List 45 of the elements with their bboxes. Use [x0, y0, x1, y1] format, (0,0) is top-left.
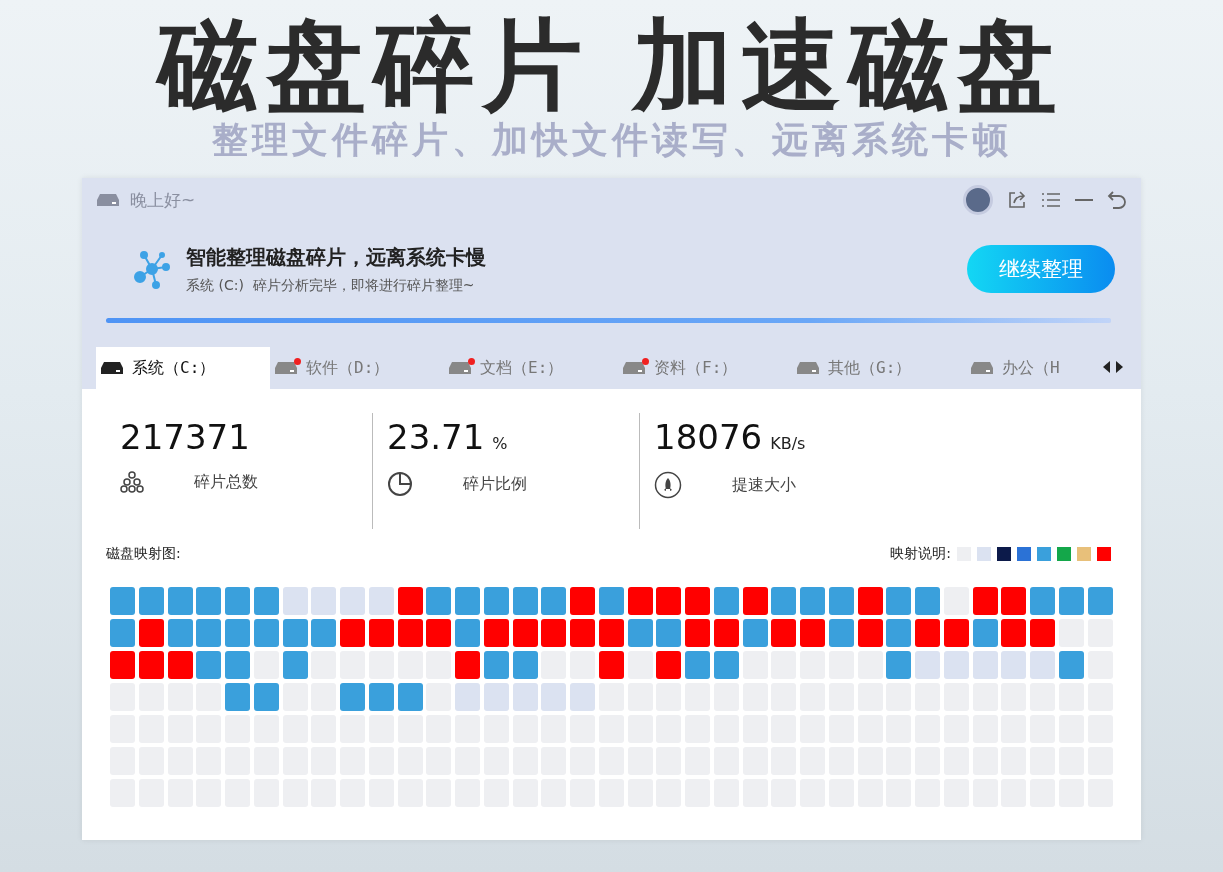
subheadline: 整理文件碎片、加快文件读写、远离系统卡顿 [211, 118, 1012, 162]
stat-value: 18076 [654, 417, 763, 457]
banner-title: 智能整理磁盘碎片，远离系统卡慢 [186, 243, 487, 271]
drive-icon [796, 361, 820, 375]
scroll-right-icon[interactable] [1115, 361, 1123, 373]
drive-tab[interactable]: 软件（D:） [270, 347, 444, 389]
tab-label: 资料（F:） [654, 357, 738, 379]
rocket-icon [654, 471, 682, 499]
stat-value: 23.71 [387, 417, 485, 457]
tab-label: 办公（H [1002, 357, 1060, 379]
stat-label: 碎片比例 [463, 473, 527, 495]
drive-tab[interactable]: 办公（H [966, 347, 1140, 389]
menu-icon[interactable] [1041, 191, 1061, 209]
tab-label: 软件（D:） [306, 357, 390, 379]
stat-unit: KB/s [770, 434, 806, 453]
stat-value: 217371 [120, 417, 250, 457]
stat-unit: % [492, 434, 508, 453]
scroll-left-icon[interactable] [1103, 361, 1111, 373]
stat-label: 碎片总数 [194, 471, 258, 493]
back-icon[interactable] [1107, 190, 1127, 210]
drive-icon [622, 361, 646, 375]
drive-icon [448, 361, 472, 375]
share-icon[interactable] [1007, 190, 1027, 210]
drive-tab[interactable]: 系统（C:） [96, 347, 270, 389]
pie-chart-icon [387, 471, 413, 497]
minimize-icon[interactable] [1075, 198, 1093, 202]
continue-button[interactable]: 继续整理 [967, 245, 1115, 293]
drive-icon [100, 361, 124, 375]
drive-icon [274, 361, 298, 375]
stat-label: 提速大小 [732, 474, 796, 496]
drive-icon [96, 193, 120, 207]
banner-subtitle: 系统 (C:) 碎片分析完毕，即将进行碎片整理~ [186, 276, 476, 295]
drive-icon [970, 361, 994, 375]
drive-tab[interactable]: 其他（G:） [792, 347, 966, 389]
network-icon [132, 249, 172, 289]
tab-label: 文档（E:） [480, 357, 564, 379]
tab-label: 系统（C:） [132, 357, 216, 379]
molecule-icon [120, 471, 144, 493]
legend-title: 映射说明: [890, 545, 951, 563]
tab-label: 其他（G:） [828, 357, 912, 379]
map-title: 磁盘映射图: [106, 545, 181, 563]
greeting: 晚上好~ [130, 188, 196, 212]
avatar[interactable] [963, 185, 993, 215]
drive-tab[interactable]: 资料（F:） [618, 347, 792, 389]
drive-tab[interactable]: 文档（E:） [444, 347, 618, 389]
